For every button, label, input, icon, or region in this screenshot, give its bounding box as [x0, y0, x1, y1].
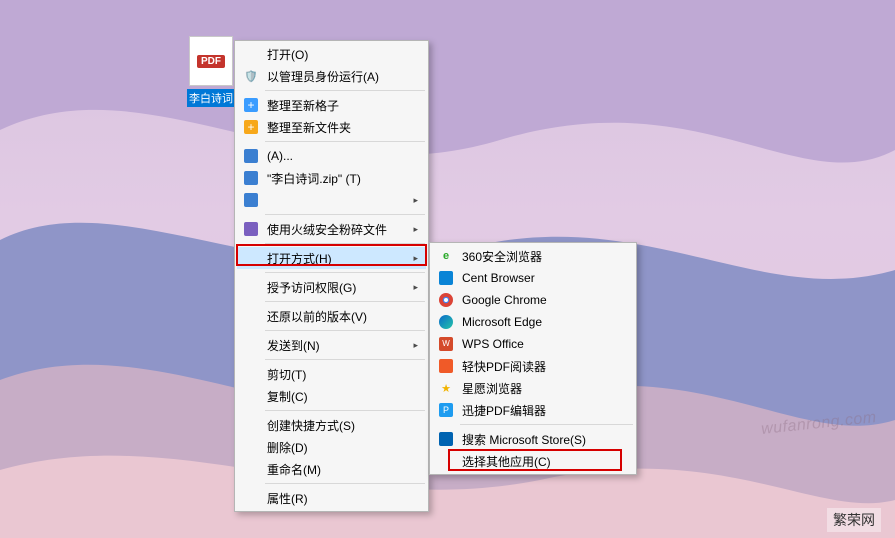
app-360-browser[interactable]: e 360安全浏览器: [432, 245, 634, 267]
app-wps-office[interactable]: W WPS Office: [432, 333, 634, 355]
menu-copy[interactable]: 复制(C): [237, 385, 426, 407]
archive-icon: [243, 192, 259, 208]
separator: [265, 272, 425, 273]
separator: [265, 483, 425, 484]
separator: [265, 243, 425, 244]
app-xingyuan-browser[interactable]: ★ 星愿浏览器: [432, 377, 634, 399]
menu-properties[interactable]: 属性(R): [237, 487, 426, 509]
app-cent-browser[interactable]: Cent Browser: [432, 267, 634, 289]
desktop-pdf-file[interactable]: PDF 李白诗词: [180, 36, 242, 110]
plus-icon: +: [243, 97, 259, 113]
menu-archive-submenu[interactable]: [237, 189, 426, 211]
wps-icon: W: [438, 336, 454, 352]
menu-search-store[interactable]: 搜索 Microsoft Store(S): [432, 428, 634, 450]
pdf-badge: PDF: [197, 55, 225, 68]
menu-choose-other-app[interactable]: 选择其他应用(C): [432, 450, 634, 472]
menu-tidy-new-folder[interactable]: + 整理至新文件夹: [237, 116, 426, 138]
separator: [265, 330, 425, 331]
menu-rename[interactable]: 重命名(M): [237, 458, 426, 480]
separator: [460, 424, 633, 425]
separator: [265, 410, 425, 411]
menu-restore-previous[interactable]: 还原以前的版本(V): [237, 305, 426, 327]
pdf-file-icon: PDF: [189, 36, 233, 86]
app-qk-pdf-reader[interactable]: 轻快PDF阅读器: [432, 355, 634, 377]
menu-cut[interactable]: 剪切(T): [237, 363, 426, 385]
watermark: wufanrong.com: [760, 409, 877, 439]
menu-open[interactable]: 打开(O): [237, 43, 426, 65]
archive-icon: [243, 170, 259, 186]
menu-zip-name[interactable]: "李白诗词.zip" (T): [237, 167, 426, 189]
separator: [265, 214, 425, 215]
ie-e-icon: e: [438, 248, 454, 264]
menu-tidy-new-format[interactable]: + 整理至新格子: [237, 94, 426, 116]
qkpdf-icon: [438, 358, 454, 374]
archive-icon: [243, 148, 259, 164]
store-icon: [438, 431, 454, 447]
menu-run-as-admin[interactable]: 🛡️ 以管理员身份运行(A): [237, 65, 426, 87]
app-google-chrome[interactable]: Google Chrome: [432, 289, 634, 311]
file-label: 李白诗词: [187, 89, 235, 107]
shredder-icon: [243, 221, 259, 237]
cent-icon: [438, 270, 454, 286]
site-label: 繁荣网: [827, 508, 881, 532]
context-menu: 打开(O) 🛡️ 以管理员身份运行(A) + 整理至新格子 + 整理至新文件夹 …: [234, 40, 429, 512]
edge-icon: [438, 314, 454, 330]
star-icon: ★: [438, 380, 454, 396]
chrome-icon: [438, 292, 454, 308]
separator: [265, 90, 425, 91]
app-microsoft-edge[interactable]: Microsoft Edge: [432, 311, 634, 333]
open-with-submenu: e 360安全浏览器 Cent Browser Google Chrome Mi…: [429, 242, 637, 475]
menu-open-with[interactable]: 打开方式(H): [237, 247, 426, 269]
folder-plus-icon: +: [243, 119, 259, 135]
menu-grant-access[interactable]: 授予访问权限(G): [237, 276, 426, 298]
xunjie-icon: P: [438, 402, 454, 418]
menu-a-ellipsis[interactable]: (A)...: [237, 145, 426, 167]
shield-icon: 🛡️: [243, 68, 259, 84]
menu-delete[interactable]: 删除(D): [237, 436, 426, 458]
separator: [265, 141, 425, 142]
separator: [265, 301, 425, 302]
menu-create-shortcut[interactable]: 创建快捷方式(S): [237, 414, 426, 436]
menu-send-to[interactable]: 发送到(N): [237, 334, 426, 356]
separator: [265, 359, 425, 360]
menu-shred[interactable]: 使用火绒安全粉碎文件: [237, 218, 426, 240]
app-xunjie-pdf-editor[interactable]: P 迅捷PDF编辑器: [432, 399, 634, 421]
